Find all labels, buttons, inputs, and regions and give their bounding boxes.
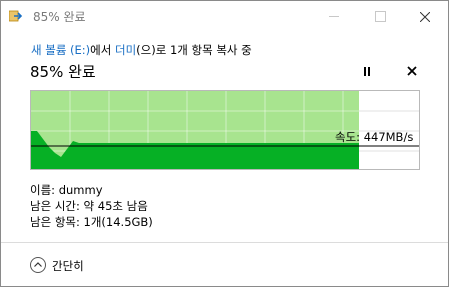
detail-items-value: 1개(14.5GB) xyxy=(83,215,153,229)
collapse-label[interactable]: 간단히 xyxy=(52,258,84,274)
copy-from-text: 에서 xyxy=(90,43,115,57)
detail-time-label: 남은 시간: xyxy=(30,199,84,213)
copy-progress-dialog: 85% 완료 새 볼륨 (E:)에서 더미(으)로 1개 항목 복사 중 85%… xyxy=(0,0,449,287)
copy-source-link[interactable]: 새 볼륨 (E:) xyxy=(31,43,90,57)
close-icon xyxy=(420,11,430,22)
copy-description: 새 볼륨 (E:)에서 더미(으)로 1개 항목 복사 중 xyxy=(31,42,252,58)
pause-icon-bar-left xyxy=(364,67,366,76)
copy-rest-text: (으)로 1개 항목 복사 중 xyxy=(136,43,252,57)
maximize-icon xyxy=(374,11,386,22)
speed-label: 속도: 447MB/s xyxy=(335,130,414,144)
detail-items-row: 남은 항목: 1개(14.5GB) xyxy=(30,214,153,230)
pause-icon-bar-right xyxy=(368,67,370,76)
copy-destination-link[interactable]: 더미 xyxy=(115,43,136,57)
detail-time-row: 남은 시간: 약 45초 남음 xyxy=(30,198,153,214)
cancel-button[interactable] xyxy=(404,62,420,80)
collapse-button[interactable] xyxy=(30,257,46,273)
chevron-up-icon xyxy=(34,262,42,267)
detail-items-label: 남은 항목: xyxy=(30,215,84,229)
cancel-icon xyxy=(407,66,417,76)
minimize-icon xyxy=(329,16,339,17)
details-panel: 이름: dummy 남은 시간: 약 45초 남음 남은 항목: 1개(14.5… xyxy=(30,182,153,230)
close-button[interactable] xyxy=(402,1,448,32)
detail-time-value: 약 45초 남음 xyxy=(83,199,148,213)
maximize-button[interactable] xyxy=(357,1,403,32)
detail-name-row: 이름: dummy xyxy=(30,182,153,198)
title-bar[interactable]: 85% 완료 xyxy=(1,1,448,32)
detail-name-label: 이름: xyxy=(30,183,59,197)
progress-title: 85% 완료 xyxy=(30,63,96,81)
window-title: 85% 완료 xyxy=(33,10,86,24)
detail-name-value: dummy xyxy=(58,183,103,197)
minimize-button[interactable] xyxy=(311,1,357,32)
copy-arrow-icon xyxy=(9,10,23,22)
pause-button[interactable] xyxy=(358,65,374,81)
